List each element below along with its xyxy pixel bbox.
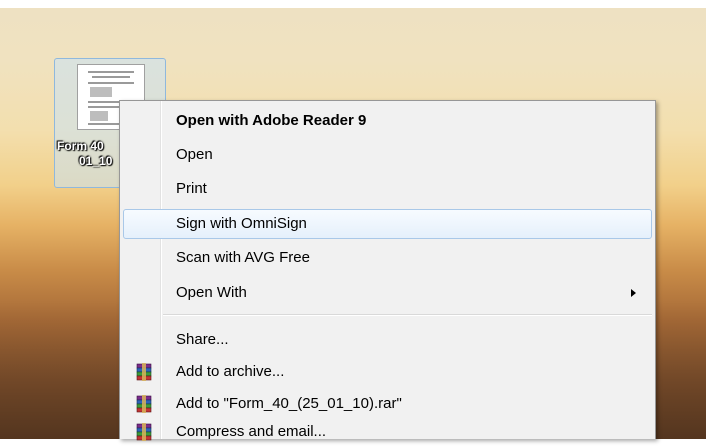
submenu-arrow-icon	[631, 289, 636, 297]
winrar-icon	[136, 395, 152, 413]
menu-item-label: Compress and email...	[176, 423, 327, 440]
menu-item-add-to-archive[interactable]: Add to archive...	[123, 357, 652, 387]
winrar-icon	[136, 363, 152, 381]
menu-item-share[interactable]: Share...	[123, 325, 652, 355]
menu-item-label: Add to "Form_40_(25_01_10).rar"	[176, 395, 402, 412]
winrar-icon	[136, 423, 152, 441]
menu-item-label: Print	[176, 180, 207, 197]
menu-item-open-with-adobe-reader[interactable]: Open with Adobe Reader 9	[123, 106, 652, 136]
menu-item-label: Open with Adobe Reader 9	[176, 112, 367, 129]
menu-item-compress-and-email[interactable]: Compress and email...	[123, 417, 652, 447]
context-menu: Open with Adobe Reader 9 Open Print Sign…	[119, 100, 656, 441]
menu-item-print[interactable]: Print	[123, 174, 652, 204]
menu-item-label: Open With	[176, 284, 247, 301]
menu-item-scan-with-avg[interactable]: Scan with AVG Free	[123, 243, 652, 273]
menu-item-label: Sign with OmniSign	[176, 215, 307, 232]
menu-item-label: Scan with AVG Free	[176, 249, 310, 266]
menu-item-open-with[interactable]: Open With	[123, 278, 652, 308]
menu-separator	[163, 314, 652, 316]
menu-item-label: Share...	[176, 331, 229, 348]
menu-item-label: Add to archive...	[176, 363, 285, 380]
menu-item-add-to-rar[interactable]: Add to "Form_40_(25_01_10).rar"	[123, 389, 652, 419]
menu-item-open[interactable]: Open	[123, 140, 652, 170]
menu-item-sign-with-omnisign[interactable]: Sign with OmniSign	[123, 209, 652, 239]
menu-item-label: Open	[176, 146, 213, 163]
